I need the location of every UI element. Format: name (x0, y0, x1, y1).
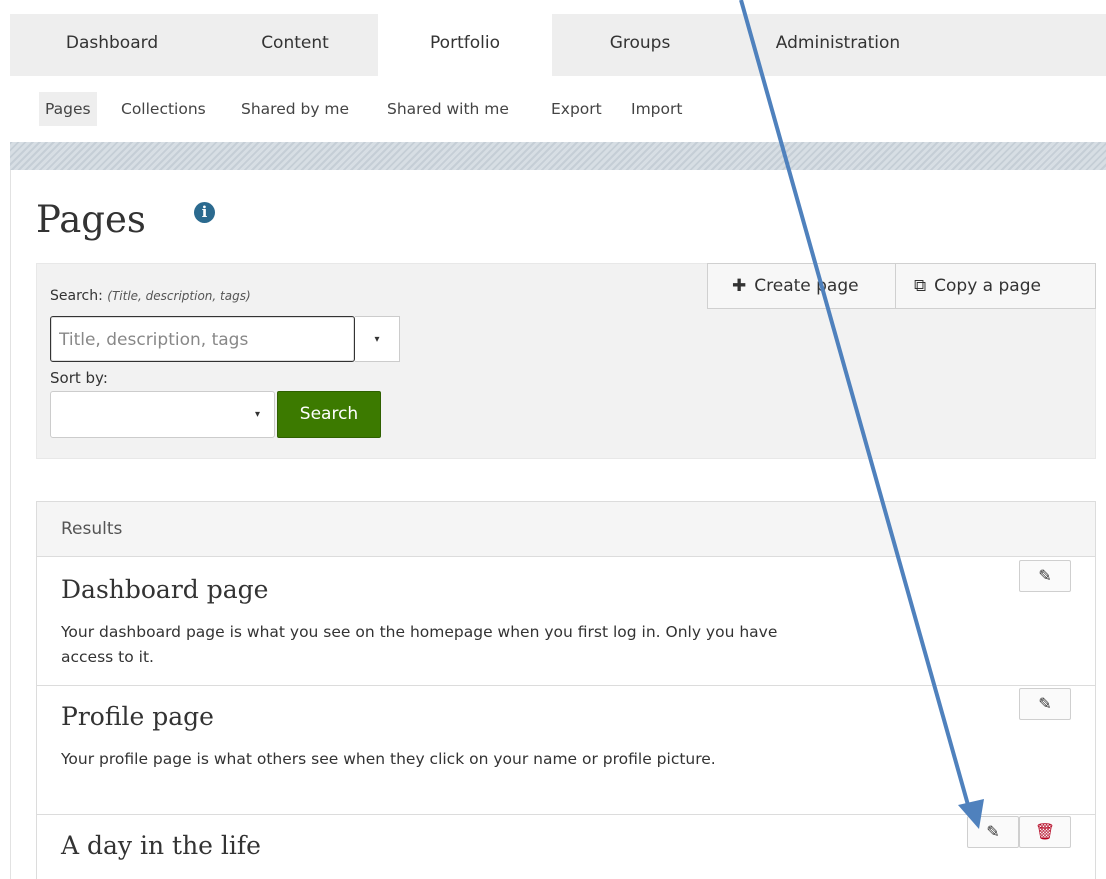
result-title[interactable]: A day in the life (61, 831, 261, 860)
copy-page-button[interactable]: ⧉ Copy a page (895, 263, 1096, 309)
edit-button[interactable]: ✎ (1019, 560, 1071, 592)
subnav-pages[interactable]: Pages (39, 92, 97, 126)
copy-icon: ⧉ (914, 276, 927, 296)
subnav-export[interactable]: Export (545, 92, 608, 126)
sub-nav: Pages Collections Shared by me Shared wi… (10, 76, 1106, 142)
result-title[interactable]: Dashboard page (61, 575, 268, 604)
plus-icon: ✚ (732, 276, 747, 296)
search-button[interactable]: Search (277, 391, 381, 438)
edit-button[interactable]: ✎ (967, 816, 1019, 848)
tab-dashboard[interactable]: Dashboard (10, 14, 214, 76)
edit-button[interactable]: ✎ (1019, 688, 1071, 720)
tab-administration[interactable]: Administration (728, 14, 948, 76)
result-description: Your dashboard page is what you see on t… (61, 623, 778, 666)
search-label-text: Search: (50, 288, 103, 304)
search-input-box[interactable] (50, 316, 355, 362)
main-nav: Dashboard Content Portfolio Groups Admin… (10, 14, 1106, 76)
result-row-day-in-life: A day in the life ✎ 🗑 (37, 815, 1095, 879)
create-page-label: Create page (754, 276, 859, 296)
subnav-shared-by-me[interactable]: Shared by me (235, 92, 355, 126)
sort-select[interactable]: ▾ (50, 391, 275, 438)
result-description: Your profile page is what others see whe… (61, 750, 716, 768)
top-bar (0, 0, 1106, 14)
caret-down-icon: ▾ (374, 334, 380, 345)
subnav-collections[interactable]: Collections (115, 92, 212, 126)
copy-page-label: Copy a page (934, 276, 1041, 296)
caret-down-icon: ▾ (254, 409, 260, 420)
search-hint: (Title, description, tags) (107, 289, 251, 303)
tab-portfolio[interactable]: Portfolio (378, 14, 552, 76)
page-title: Pages (36, 198, 146, 241)
result-row-dashboard: Dashboard page Your dashboard page is wh… (37, 557, 1095, 686)
result-title[interactable]: Profile page (61, 702, 214, 731)
results-heading: Results (61, 519, 123, 539)
search-label: Search: (Title, description, tags) (50, 288, 251, 304)
pencil-icon: ✎ (986, 822, 1000, 841)
content-border (10, 170, 11, 879)
create-page-button[interactable]: ✚ Create page (707, 263, 896, 309)
subnav-import[interactable]: Import (625, 92, 688, 126)
info-icon[interactable]: i (194, 202, 215, 223)
app-window: Dashboard Content Portfolio Groups Admin… (0, 0, 1106, 879)
subnav-shared-with-me[interactable]: Shared with me (381, 92, 515, 126)
pencil-icon: ✎ (1038, 694, 1052, 713)
search-input[interactable] (59, 328, 349, 352)
result-row-profile: Profile page Your profile page is what o… (37, 686, 1095, 815)
tab-content[interactable]: Content (214, 14, 376, 76)
pencil-icon: ✎ (1038, 566, 1052, 585)
tab-groups[interactable]: Groups (552, 14, 728, 76)
sort-label: Sort by: (50, 369, 108, 387)
trash-icon: 🗑 (1034, 822, 1056, 841)
results-header: Results (36, 501, 1096, 557)
delete-button[interactable]: 🗑 (1019, 816, 1071, 848)
header-stripe (10, 142, 1106, 170)
search-type-dropdown[interactable]: ▾ (355, 316, 400, 362)
